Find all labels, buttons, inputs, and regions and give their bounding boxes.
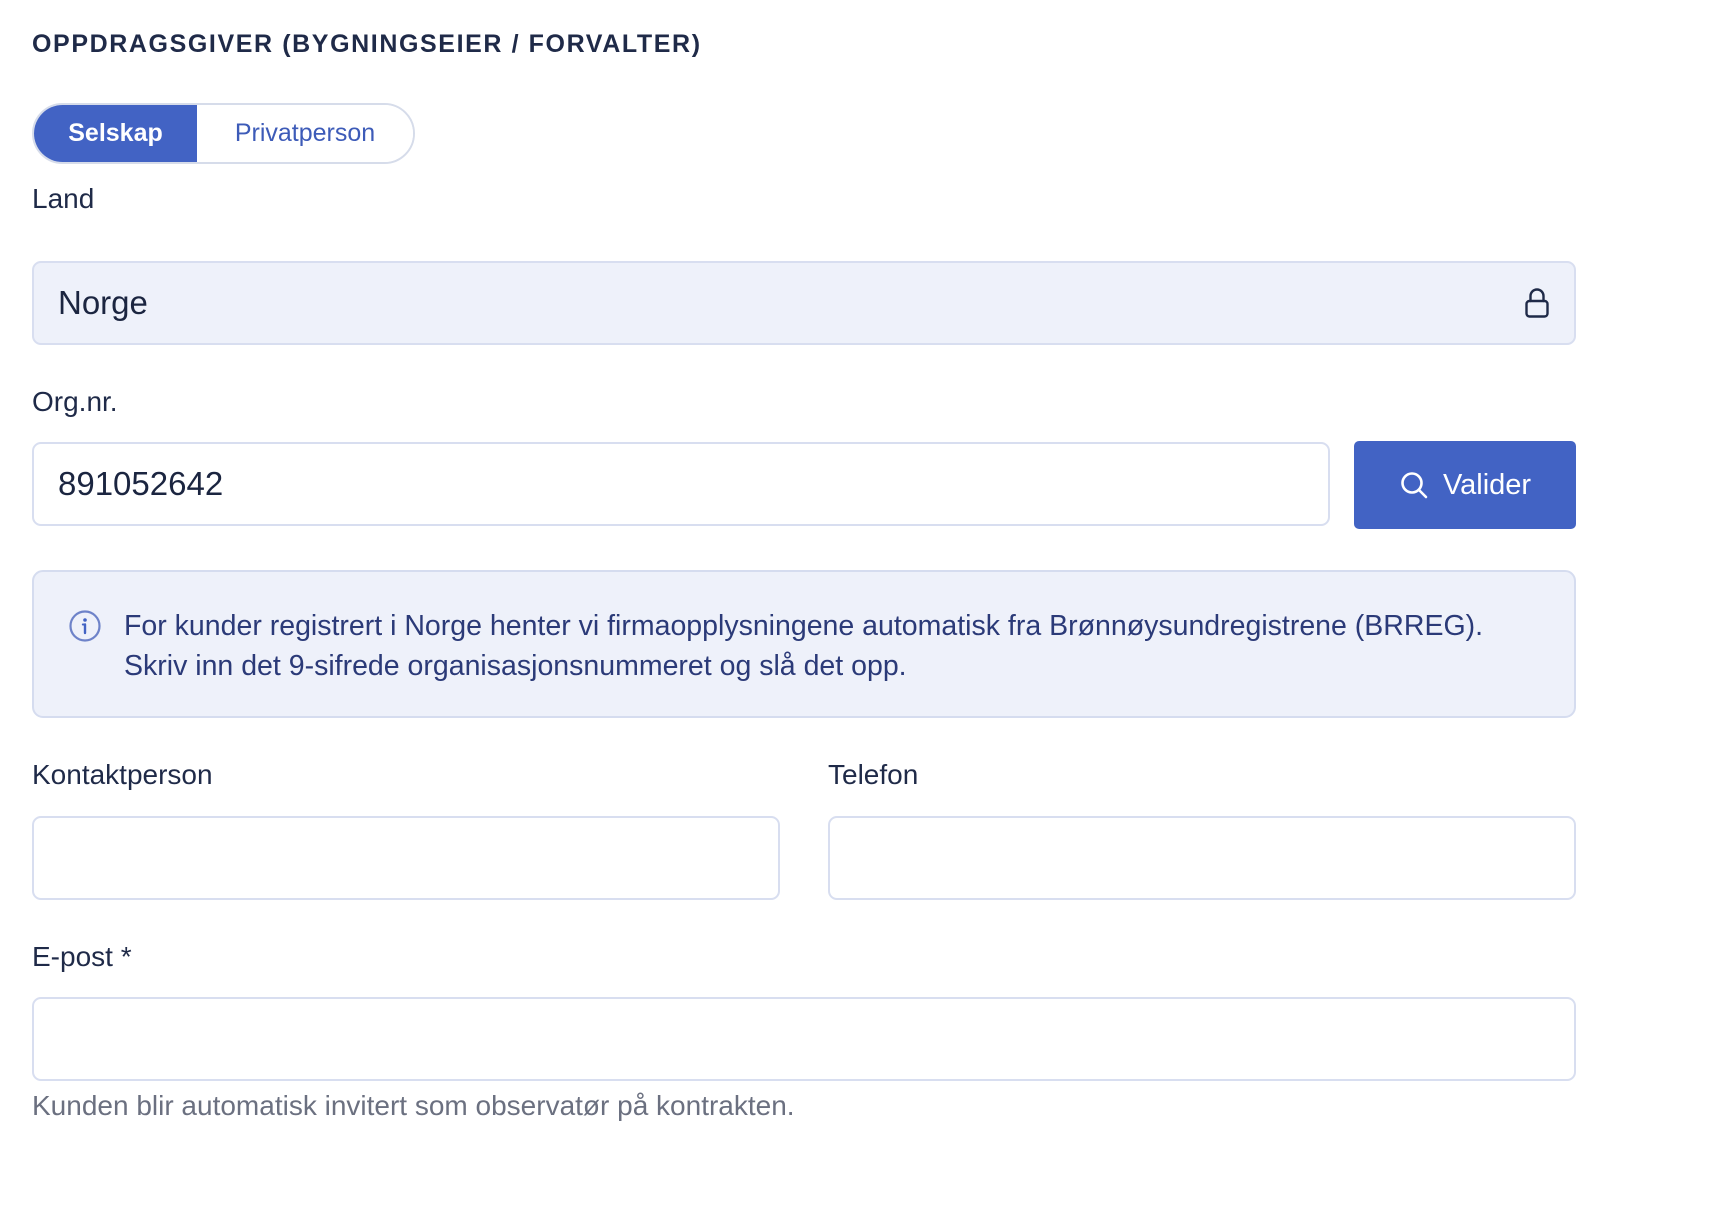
org-number-input[interactable]: 891052642	[32, 442, 1330, 526]
info-icon	[68, 609, 102, 643]
phone-label: Telefon	[828, 759, 919, 790]
email-hint: Kunden blir automatisk invitert som obse…	[32, 1090, 795, 1121]
validate-button[interactable]: Valider	[1354, 441, 1576, 529]
info-text: For kunder registrert i Norge henter vi …	[124, 610, 1484, 682]
org-number-value: 891052642	[58, 465, 224, 502]
country-label: Land	[32, 183, 95, 214]
customer-type-private-button[interactable]: Privatperson	[197, 105, 413, 162]
country-value: Norge	[58, 284, 148, 321]
email-label: E-post *	[32, 941, 132, 972]
search-icon	[1399, 470, 1429, 500]
org-number-label: Org.nr.	[32, 386, 118, 417]
country-field: Norge	[32, 261, 1576, 345]
phone-input[interactable]	[828, 816, 1576, 900]
contact-person-input[interactable]	[32, 816, 780, 900]
section-title: OPPDRAGSGIVER (BYGNINGSEIER / FORVALTER)	[32, 30, 702, 58]
lock-icon	[1522, 286, 1552, 320]
info-box: For kunder registrert i Norge henter vi …	[32, 570, 1576, 718]
validate-button-label: Valider	[1442, 468, 1532, 501]
customer-type-company-button[interactable]: Selskap	[34, 105, 197, 162]
email-input[interactable]	[32, 997, 1576, 1081]
contact-person-label: Kontaktperson	[32, 759, 213, 790]
customer-type-toggle: Selskap Privatperson	[32, 103, 415, 164]
